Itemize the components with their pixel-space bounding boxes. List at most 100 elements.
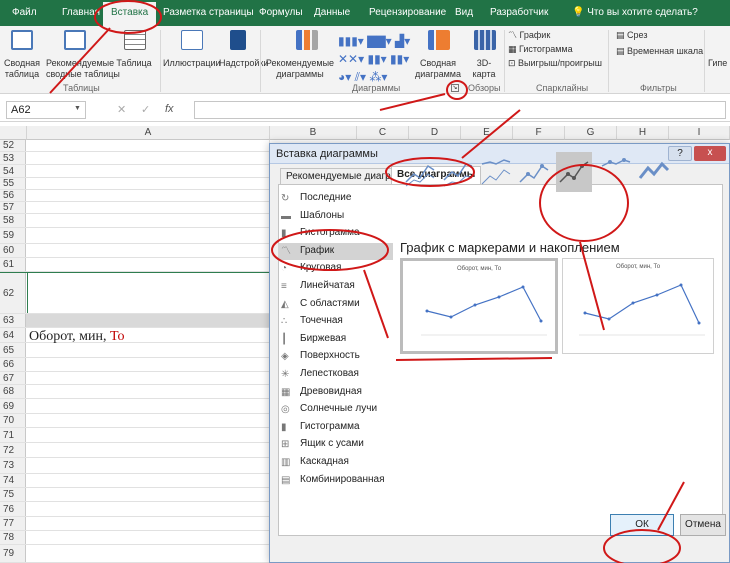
ok-button[interactable]: ОК: [610, 514, 674, 536]
row-header[interactable]: 67: [0, 372, 26, 384]
category-scatter[interactable]: ∴ Точечная: [278, 313, 393, 330]
cell-a58[interactable]: [27, 214, 270, 227]
row-header[interactable]: 78: [0, 531, 26, 544]
subtype-100-stacked-line-icon[interactable]: [478, 152, 514, 192]
cell-a69[interactable]: [27, 399, 270, 413]
fx-icon[interactable]: fx: [165, 103, 174, 115]
map3d-button[interactable]: 3D-карта: [464, 58, 504, 80]
pivot-table-button[interactable]: Сводная таблица: [1, 58, 43, 80]
cell-a56[interactable]: [27, 190, 270, 201]
row-header[interactable]: 65: [0, 343, 26, 357]
cell-a79[interactable]: [27, 545, 270, 562]
cell-a74[interactable]: [27, 474, 270, 487]
row-header[interactable]: 64: [0, 328, 26, 342]
row-header[interactable]: 61: [0, 258, 26, 271]
addins-button[interactable]: Надстройки: [219, 58, 268, 69]
column-header-c[interactable]: C: [357, 126, 409, 140]
category-waterfall[interactable]: ▥ Каскадная: [278, 454, 393, 471]
tell-me-box[interactable]: 💡 Что вы хотите сделать?: [572, 7, 698, 18]
column-header-i[interactable]: I: [669, 126, 730, 140]
cell-a55[interactable]: [27, 178, 270, 189]
cell-a54[interactable]: [27, 165, 270, 177]
subtype-3d-line-icon[interactable]: [636, 152, 672, 192]
tab-view[interactable]: Вид: [455, 7, 473, 18]
row-header[interactable]: 66: [0, 358, 26, 371]
cell-a67[interactable]: [27, 372, 270, 384]
row-header[interactable]: 58: [0, 214, 26, 227]
recommended-pivot-button[interactable]: Рекомендуемые сводные таблицы: [46, 58, 120, 80]
cell-a64[interactable]: Оборот, мин, То: [27, 328, 270, 344]
charts-dialog-launcher[interactable]: ↘: [451, 84, 459, 92]
sparkline-line-button[interactable]: 〽 График: [508, 30, 550, 41]
sparkline-winloss-button[interactable]: ⊡ Выигрыш/проигрыш: [508, 58, 602, 69]
row-header[interactable]: 52: [0, 140, 26, 151]
sparkline-column-button[interactable]: ▦ Гистограмма: [508, 44, 573, 55]
row-header[interactable]: 77: [0, 517, 26, 530]
tab-insert[interactable]: Вставка: [103, 2, 157, 26]
subtype-stacked-line-icon[interactable]: [440, 152, 476, 192]
row-header[interactable]: 59: [0, 228, 26, 243]
cell-a70[interactable]: [27, 414, 270, 427]
row-header[interactable]: 74: [0, 474, 26, 487]
cell-a53[interactable]: [27, 152, 270, 164]
select-all-corner[interactable]: [0, 126, 27, 140]
subtype-100-stacked-markers-icon[interactable]: [598, 152, 634, 192]
category-surface[interactable]: ◈ Поверхность: [278, 348, 393, 365]
category-templates[interactable]: ▬ Шаблоны: [278, 208, 393, 225]
cell-a76[interactable]: [27, 502, 270, 516]
timeline-button[interactable]: ▤ Временная шкала: [616, 46, 703, 57]
cell-a78[interactable]: [27, 531, 270, 544]
category-radar[interactable]: ✳ Лепестковая: [278, 366, 393, 383]
category-pie[interactable]: ◔ Круговая: [278, 260, 393, 277]
row-header[interactable]: 60: [0, 244, 26, 257]
cell-a65[interactable]: [27, 343, 270, 357]
row-header[interactable]: 70: [0, 414, 26, 427]
cell-a62[interactable]: [27, 273, 270, 313]
illustrations-button[interactable]: Иллюстрации: [163, 58, 221, 69]
tab-page-layout[interactable]: Разметка страницы: [163, 7, 254, 18]
row-header[interactable]: 79: [0, 545, 26, 562]
row-header[interactable]: 75: [0, 488, 26, 501]
row-header[interactable]: 55: [0, 178, 26, 189]
slicer-button[interactable]: ▤ Срез: [616, 30, 647, 41]
column-header-f[interactable]: F: [513, 126, 565, 140]
column-header-g[interactable]: G: [565, 126, 617, 140]
column-header-e[interactable]: E: [461, 126, 513, 140]
category-box-whisker[interactable]: ⊞ Ящик с усами: [278, 436, 393, 453]
category-recent[interactable]: ↻ Последние: [278, 190, 393, 207]
row-header[interactable]: 72: [0, 443, 26, 457]
category-sunburst[interactable]: ◎ Солнечные лучи: [278, 401, 393, 418]
cell-a59[interactable]: [27, 228, 270, 243]
cell-a73[interactable]: [27, 458, 270, 473]
cell-a61[interactable]: [27, 258, 270, 271]
recommended-charts-button[interactable]: Рекомендуемые диаграммы: [262, 58, 338, 80]
cell-a63[interactable]: [27, 314, 270, 327]
subtype-line-icon[interactable]: [402, 152, 438, 192]
category-stock[interactable]: ┃ Биржевая: [278, 331, 393, 348]
category-treemap[interactable]: ▦ Древовидная: [278, 384, 393, 401]
cell-a57[interactable]: [27, 202, 270, 213]
tab-file[interactable]: Файл: [12, 7, 37, 18]
category-histogram[interactable]: ▮ Гистограмма: [278, 419, 393, 436]
column-header-d[interactable]: D: [409, 126, 461, 140]
hyperlink-button[interactable]: Гипе: [708, 58, 727, 69]
row-header[interactable]: 68: [0, 385, 26, 398]
cell-a71[interactable]: [27, 428, 270, 442]
formula-input[interactable]: [194, 101, 726, 119]
row-header[interactable]: 63: [0, 314, 26, 327]
row-header[interactable]: 73: [0, 458, 26, 473]
close-button[interactable]: x: [694, 146, 726, 161]
cell-a60[interactable]: [27, 244, 270, 257]
category-area[interactable]: ◭ С областями: [278, 296, 393, 313]
cell-a75[interactable]: [27, 488, 270, 501]
category-line[interactable]: 〽 График: [278, 242, 393, 260]
cancel-button[interactable]: Отмена: [680, 514, 726, 536]
cell-a72[interactable]: [27, 443, 270, 457]
chart-type-buttons[interactable]: ▮▮▮▾ ▇▇▾ ▟▾ ✕✕▾ ▮▮▾ ▮▮▾ ◕▾ ⫽▾ ⁂▾: [338, 32, 410, 86]
cell-a68[interactable]: [27, 385, 270, 398]
table-button[interactable]: Таблица: [112, 58, 156, 69]
cell-a66[interactable]: [27, 358, 270, 371]
tab-data[interactable]: Данные: [314, 7, 350, 18]
row-header[interactable]: 71: [0, 428, 26, 442]
row-header[interactable]: 56: [0, 190, 26, 201]
